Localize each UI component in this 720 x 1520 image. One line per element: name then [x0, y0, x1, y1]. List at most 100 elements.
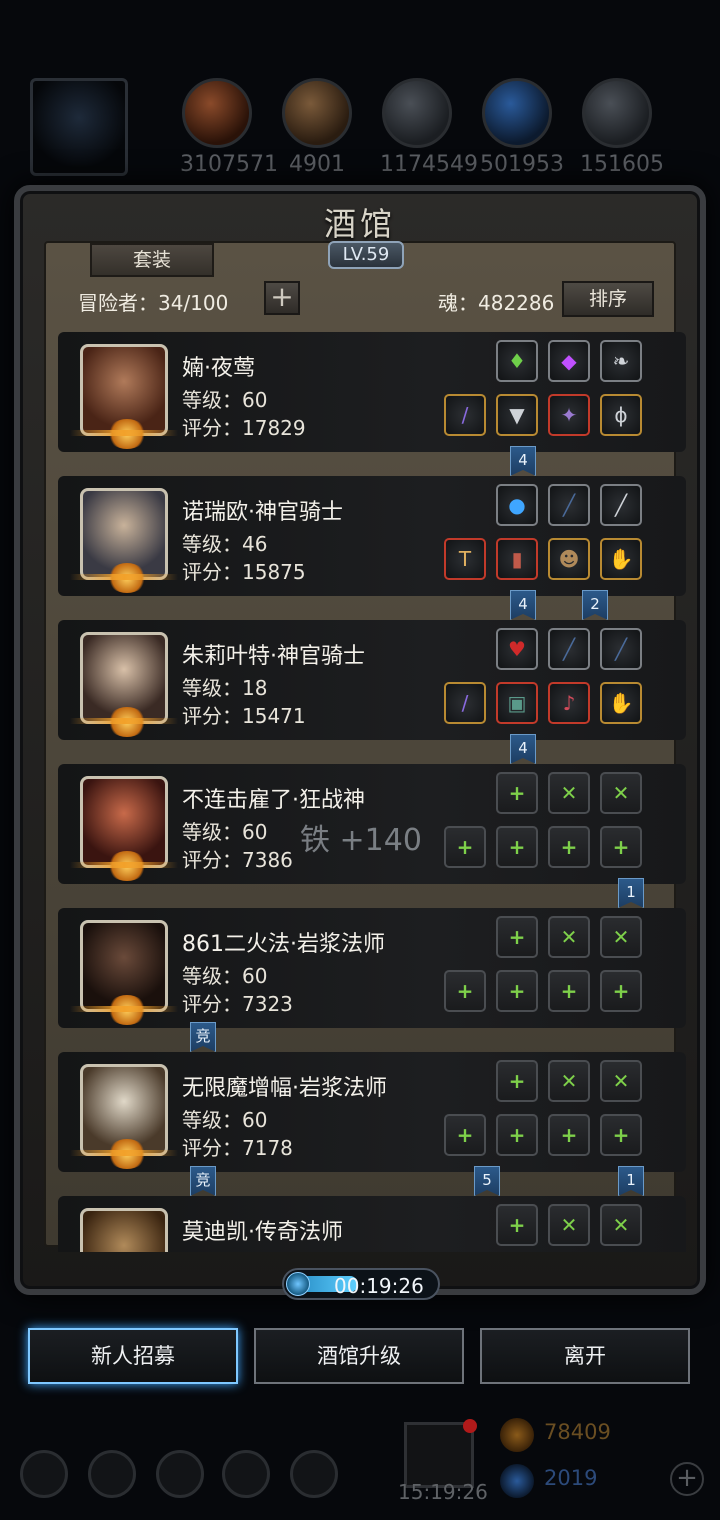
hero-card[interactable]: 无限魔增幅·岩浆法师 等级：60 评分：7178 + ✕ ✕ + + + + [58, 1052, 686, 1172]
hero-level: 等级：60 [182, 964, 268, 988]
equip-slot[interactable]: / [444, 682, 486, 724]
add-currency-button[interactable]: + [670, 1462, 704, 1496]
hero-score: 评分：15471 [182, 704, 306, 728]
hero-portrait[interactable] [80, 776, 168, 881]
gem-value: 2019 [544, 1466, 598, 1490]
empty-equip-slot[interactable]: ✕ [600, 772, 642, 814]
stone-icon [382, 78, 452, 148]
equip-slot[interactable]: ✋ [600, 538, 642, 580]
equip-slot[interactable]: ╱ [548, 484, 590, 526]
necklace-icon: ϕ [614, 403, 628, 427]
add-icon: + [508, 1069, 526, 1093]
gold-currency: 78409 [500, 1416, 700, 1456]
hero-list[interactable]: 婻·夜莺 等级：60 评分：17829 ♦ ◆ ❧ / ▼ ✦ ϕ 4 诺瑞欧·… [58, 330, 686, 1252]
hero-name: 无限魔增幅·岩浆法师 [182, 1076, 387, 1101]
equip-slot[interactable]: ● [496, 484, 538, 526]
empty-equip-slot[interactable]: + [600, 970, 642, 1012]
hero-portrait[interactable] [80, 344, 168, 449]
equip-slot[interactable]: ❧ [600, 340, 642, 382]
gift-icon[interactable] [404, 1419, 477, 1488]
empty-equip-slot[interactable]: + [600, 1114, 642, 1156]
empty-equip-slot[interactable]: + [444, 1114, 486, 1156]
empty-equip-slot[interactable]: + [496, 1204, 538, 1246]
equip-slot[interactable]: ϕ [600, 394, 642, 436]
hero-card[interactable]: 861二火法·岩浆法师 等级：60 评分：7323 + ✕ ✕ + + + + [58, 908, 686, 1028]
equip-slot[interactable]: / [444, 394, 486, 436]
hero-card[interactable]: 朱莉叶特·神官骑士 等级：18 评分：15471 ♥ ╱ ╱ / ▣ ♪ ✋ [58, 620, 686, 740]
hero-score: 评分：15875 [182, 560, 306, 584]
upgrade-tavern-button[interactable]: 酒馆升级 [254, 1328, 464, 1384]
equip-slot[interactable]: ╱ [548, 628, 590, 670]
hero-card[interactable]: 诺瑞欧·神官骑士 等级：46 评分：15875 ● ╱ ╱ T ▮ ☻ ✋ [58, 476, 686, 596]
empty-equip-slot[interactable]: ✕ [600, 1060, 642, 1102]
crystal-icon [482, 78, 552, 148]
slot-count-tag: 4 [510, 734, 536, 764]
sort-button[interactable]: 排序 [562, 281, 654, 317]
dagger-icon: / [461, 403, 469, 427]
equip-slot[interactable]: ▣ [496, 682, 538, 724]
empty-equip-slot[interactable]: + [548, 970, 590, 1012]
skills-icon[interactable] [88, 1450, 136, 1498]
equip-slot[interactable]: ☻ [548, 538, 590, 580]
mail-icon[interactable] [222, 1450, 270, 1498]
recruit-button[interactable]: 新人招募 [28, 1328, 238, 1384]
glow-decoration [70, 718, 178, 724]
player-avatar[interactable] [30, 78, 128, 176]
add-icon: ✕ [560, 781, 578, 805]
hero-icon[interactable] [156, 1450, 204, 1498]
equip-slot[interactable]: ♪ [548, 682, 590, 724]
equip-slot[interactable]: ▼ [496, 394, 538, 436]
hero-portrait[interactable] [80, 632, 168, 737]
equip-slot[interactable]: ♥ [496, 628, 538, 670]
add-adventurer-slot-button[interactable]: + [264, 281, 300, 315]
empty-equip-slot[interactable]: ✕ [548, 1204, 590, 1246]
empty-equip-slot[interactable]: + [444, 970, 486, 1012]
equip-slot[interactable]: ╱ [600, 628, 642, 670]
equip-slot[interactable]: ▮ [496, 538, 538, 580]
empty-equip-slot[interactable]: + [600, 826, 642, 868]
empty-equip-slot[interactable]: + [548, 1114, 590, 1156]
empty-equip-slot[interactable]: ✕ [600, 916, 642, 958]
equip-slot[interactable]: ✦ [548, 394, 590, 436]
empty-equip-slot[interactable]: + [444, 826, 486, 868]
empty-equip-slot[interactable]: ✕ [600, 1204, 642, 1246]
leave-button[interactable]: 离开 [480, 1328, 690, 1384]
empty-equip-slot[interactable]: ✕ [548, 916, 590, 958]
settings-icon[interactable] [20, 1450, 68, 1498]
slot-count-tag: 4 [510, 446, 536, 476]
hero-card[interactable]: 婻·夜莺 等级：60 评分：17829 ♦ ◆ ❧ / ▼ ✦ ϕ [58, 332, 686, 452]
slot-count-tag: 4 [510, 590, 536, 620]
suit-button[interactable]: 套装 [90, 243, 214, 277]
equip-slot[interactable]: T [444, 538, 486, 580]
hero-portrait[interactable] [80, 920, 168, 1025]
empty-equip-slot[interactable]: + [496, 1060, 538, 1102]
resource-value: 501953 [480, 152, 564, 177]
empty-equip-slot[interactable]: ✕ [548, 772, 590, 814]
add-icon: + [508, 1213, 526, 1237]
hero-portrait[interactable] [80, 1064, 168, 1169]
hero-card[interactable]: 莫迪凯·传奇法师 + ✕ ✕ [58, 1196, 686, 1252]
clock-icon [286, 1272, 310, 1296]
resource-value: 4901 [289, 152, 345, 177]
empty-equip-slot[interactable]: + [496, 772, 538, 814]
resource-value: 3107571 [180, 152, 278, 177]
add-icon: + [508, 979, 526, 1003]
equip-slot[interactable]: ╱ [600, 484, 642, 526]
empty-equip-slot[interactable]: + [548, 826, 590, 868]
hero-portrait[interactable] [80, 488, 168, 593]
empty-equip-slot[interactable]: + [496, 970, 538, 1012]
armor-icon: ▼ [509, 403, 525, 427]
add-icon: + [508, 781, 526, 805]
equip-slot[interactable]: ♦ [496, 340, 538, 382]
gem-icon [500, 1464, 534, 1498]
empty-equip-slot[interactable]: + [496, 826, 538, 868]
empty-equip-slot[interactable]: ✕ [548, 1060, 590, 1102]
equip-slot[interactable]: ◆ [548, 340, 590, 382]
heart-amulet-icon: ♥ [508, 637, 526, 661]
empty-equip-slot[interactable]: + [496, 1114, 538, 1156]
hero-portrait[interactable] [80, 1208, 168, 1252]
guild-icon[interactable] [290, 1450, 338, 1498]
empty-equip-slot[interactable]: + [496, 916, 538, 958]
add-icon: + [560, 1123, 578, 1147]
equip-slot[interactable]: ✋ [600, 682, 642, 724]
